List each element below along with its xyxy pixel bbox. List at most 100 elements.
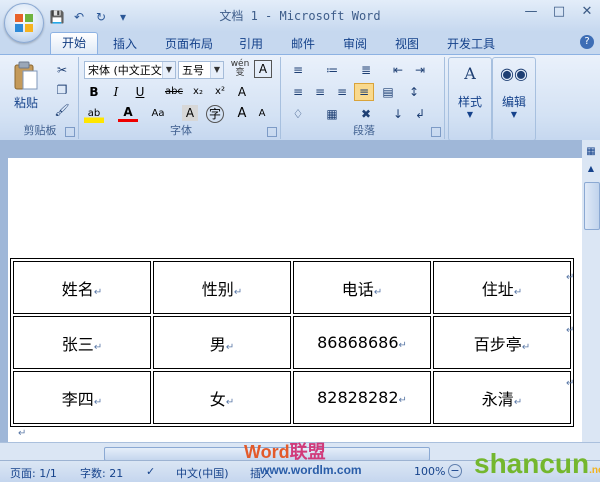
tab-page-layout[interactable]: 页面布局 <box>158 34 220 54</box>
copy-icon[interactable]: ❐ <box>52 81 72 99</box>
table-cell[interactable]: 82828282↵ <box>293 371 431 424</box>
table-cell[interactable]: 性别↵ <box>153 261 291 314</box>
dialog-launcher-icon[interactable] <box>267 127 277 137</box>
table-cell[interactable]: 姓名↵ <box>13 261 151 314</box>
font-name-value: 宋体 (中文正文 <box>88 64 162 77</box>
change-case-button[interactable]: Aa <box>148 105 168 123</box>
row-end-mark: ↵ <box>566 272 575 283</box>
tab-review[interactable]: 审阅 <box>334 34 376 54</box>
distributed-icon[interactable]: ▤ <box>378 83 398 101</box>
table-row: 张三↵ 男↵ 86868686↵ 百步亭↵ <box>13 316 571 369</box>
sort-icon[interactable]: ↓ <box>388 105 408 123</box>
borders-icon[interactable]: ▦ <box>322 105 342 123</box>
binoculars-icon: ◉◉ <box>500 64 528 83</box>
table-cell[interactable]: 男↵ <box>153 316 291 369</box>
scroll-up-icon[interactable]: ▲ <box>584 164 598 178</box>
table-cell[interactable]: 李四↵ <box>13 371 151 424</box>
numbering-icon[interactable]: ≔ <box>322 61 342 79</box>
font-name-combo[interactable]: 宋体 (中文正文 ▼ <box>84 61 176 79</box>
chevron-down-icon[interactable]: ▼ <box>162 62 175 78</box>
align-left-icon[interactable]: ≡ <box>288 83 308 101</box>
table-cell[interactable]: 张三↵ <box>13 316 151 369</box>
ruler-toggle-icon[interactable]: ▦ <box>584 146 598 160</box>
show-marks-icon[interactable]: ↲ <box>410 105 430 123</box>
table-cell[interactable]: 住址↵ <box>433 261 571 314</box>
increase-indent-icon[interactable]: ⇥ <box>410 61 430 79</box>
vertical-scroll-thumb[interactable] <box>584 182 600 230</box>
align-center-icon[interactable]: ≡ <box>310 83 330 101</box>
language-indicator[interactable]: 中文(中国) <box>176 465 229 481</box>
font-size-combo[interactable]: 五号 ▼ <box>178 61 224 79</box>
title-bar: 💾 ↶ ↻ ▾ 文档 1 - Microsoft Word — □ ✕ <box>0 0 600 32</box>
dialog-launcher-icon[interactable] <box>431 127 441 137</box>
char-shading-button[interactable]: A <box>182 105 198 121</box>
help-icon[interactable]: ? <box>580 35 594 49</box>
document-table: 姓名↵ 性别↵ 电话↵ 住址↵ 张三↵ 男↵ 86868686↵ 百步亭↵ 李四… <box>10 258 574 427</box>
table-cell[interactable]: 百步亭↵ <box>433 316 571 369</box>
grow-font-button[interactable]: A <box>232 105 252 123</box>
italic-button[interactable]: I <box>106 83 126 101</box>
editing-label: 编辑 <box>501 95 526 109</box>
office-button[interactable] <box>4 3 44 43</box>
table-cell[interactable]: 电话↵ <box>293 261 431 314</box>
wordlm-watermark: Word联盟 <box>244 442 326 462</box>
decrease-indent-icon[interactable]: ⇤ <box>388 61 408 79</box>
table-cell[interactable]: 86868686↵ <box>293 316 431 369</box>
table-cell[interactable]: 女↵ <box>153 371 291 424</box>
highlight-button[interactable]: ab <box>84 105 104 123</box>
shrink-font-button[interactable]: A <box>252 105 272 123</box>
close-icon[interactable]: ✕ <box>578 4 596 20</box>
line-spacing-icon[interactable]: ↕ <box>404 83 424 101</box>
underline-button[interactable]: U <box>130 83 150 101</box>
shading-icon[interactable]: ♢ <box>288 105 308 123</box>
dialog-launcher-icon[interactable] <box>65 127 75 137</box>
editing-button[interactable]: ◉◉ 编辑 ▼ <box>497 64 531 119</box>
font-group: 宋体 (中文正文 ▼ 五号 ▼ wén 变 A B I U abc x₂ x² A… <box>82 57 281 139</box>
align-right-icon[interactable]: ≡ <box>332 83 352 101</box>
tab-insert[interactable]: 插入 <box>104 34 146 54</box>
table-row: 姓名↵ 性别↵ 电话↵ 住址↵ <box>13 261 571 314</box>
styles-group[interactable]: A 样式 ▼ <box>448 57 492 141</box>
font-color-button[interactable]: A <box>118 105 138 122</box>
tab-view[interactable]: 视图 <box>386 34 428 54</box>
superscript-button[interactable]: x² <box>210 83 230 101</box>
phonetic-guide-button[interactable]: wén 变 <box>230 60 250 78</box>
tab-mailings[interactable]: 邮件 <box>282 34 324 54</box>
table-row: 李四↵ 女↵ 82828282↵ 永清↵ <box>13 371 571 424</box>
chinese-layout-icon[interactable]: ✖ <box>356 105 376 123</box>
paste-button[interactable]: 粘贴 <box>8 61 44 117</box>
format-painter-icon[interactable]: 🖌 <box>52 101 72 119</box>
subscript-button[interactable]: x₂ <box>188 83 208 101</box>
bullets-icon[interactable]: ≡ <box>288 61 308 79</box>
minimize-icon[interactable]: — <box>522 4 540 20</box>
paragraph-label: 段落 <box>353 124 375 137</box>
char-border-button[interactable]: A <box>254 60 272 78</box>
clear-formatting-icon[interactable]: A <box>232 83 252 101</box>
strikethrough-button[interactable]: abc <box>164 83 184 101</box>
enclose-char-button[interactable]: 字 <box>206 105 224 123</box>
maximize-icon[interactable]: □ <box>550 4 568 20</box>
chevron-down-icon: ▼ <box>466 110 474 119</box>
zoom-out-icon[interactable]: − <box>448 464 462 478</box>
tab-home[interactable]: 开始 <box>50 32 98 55</box>
page-count[interactable]: 页面: 1/1 <box>10 465 57 481</box>
bold-button[interactable]: B <box>84 83 104 101</box>
styles-button[interactable]: A 样式 ▼ <box>453 64 487 119</box>
tab-developer[interactable]: 开发工具 <box>440 34 502 54</box>
chevron-down-icon[interactable]: ▼ <box>210 62 223 78</box>
multilevel-list-icon[interactable]: ≣ <box>356 61 376 79</box>
justify-icon[interactable]: ≡ <box>354 83 374 101</box>
editing-group[interactable]: ◉◉ 编辑 ▼ <box>492 57 536 141</box>
font-label: 字体 <box>170 124 192 137</box>
ribbon: 粘贴 ✂ ❐ 🖌 剪贴板 宋体 (中文正文 ▼ 五号 ▼ wén 变 A B I … <box>0 54 600 142</box>
spell-check-icon[interactable]: ✓ <box>146 465 155 478</box>
word-count[interactable]: 字数: 21 <box>80 465 123 481</box>
paragraph-mark: ↵ <box>18 428 27 439</box>
paste-label: 粘贴 <box>13 96 38 110</box>
cut-icon[interactable]: ✂ <box>52 61 72 79</box>
tab-references[interactable]: 引用 <box>230 34 272 54</box>
ribbon-tabs: 开始 插入 页面布局 引用 邮件 审阅 视图 开发工具 ? <box>0 32 600 55</box>
chevron-down-icon: ▼ <box>510 110 518 119</box>
zoom-level[interactable]: 100% <box>414 465 445 478</box>
table-cell[interactable]: 永清↵ <box>433 371 571 424</box>
